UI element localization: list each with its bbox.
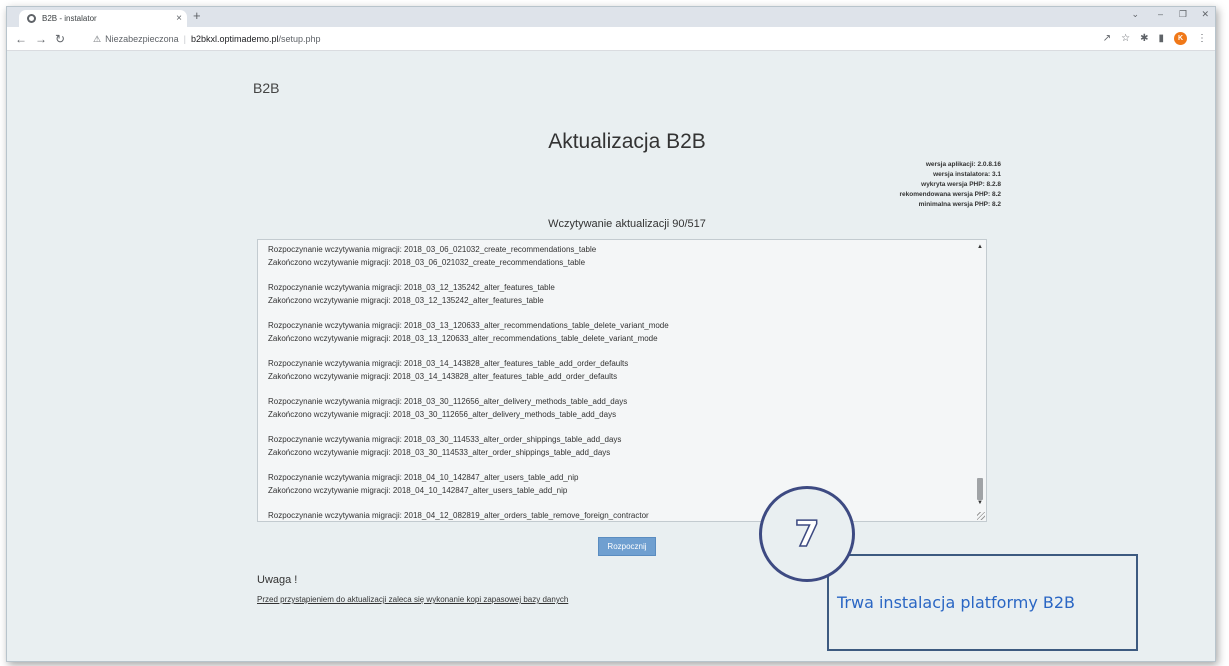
php-detected-version: wykryta wersja PHP: 8.2.8 — [921, 181, 1001, 188]
log-line: Rozpoczynanie wczytywania migracji: 2018… — [268, 435, 622, 444]
avatar[interactable]: K — [1174, 32, 1187, 45]
browser-toolbar: ← → ↻ ⚠ Niezabezpieczona | b2bkxl.optima… — [7, 27, 1215, 51]
warning-link[interactable]: Przed przystąpieniem do aktualizacji zal… — [257, 595, 568, 604]
log-entry: Rozpoczynanie wczytywania migracji: 2018… — [268, 358, 968, 383]
php-recommended-version: rekomendowana wersja PHP: 8.2 — [899, 191, 1001, 198]
log-line: Zakończono wczytywanie migracji: 2018_03… — [268, 333, 658, 343]
log-entry: Rozpoczynanie wczytywania migracji: 2018… — [268, 510, 968, 521]
installer-version: wersja instalatora: 3.1 — [933, 171, 1001, 178]
step-number: 7 — [794, 513, 821, 556]
sidebar-icon[interactable]: ▮ — [1158, 33, 1164, 44]
log-line: Rozpoczynanie wczytywania migracji: 2018… — [268, 473, 579, 482]
scroll-down-icon[interactable]: ▼ — [977, 497, 983, 510]
security-label: Niezabezpieczona — [105, 34, 179, 44]
share-icon[interactable]: ↗ — [1103, 33, 1111, 44]
star-icon[interactable]: ☆ — [1121, 33, 1130, 44]
log-entry: Rozpoczynanie wczytywania migracji: 2018… — [268, 282, 968, 307]
minimize-icon[interactable]: – — [1158, 9, 1163, 19]
url-path: /setup.php — [278, 34, 321, 44]
log-entry: Rozpoczynanie wczytywania migracji: 2018… — [268, 244, 968, 269]
url-host: b2bkxl.optimademo.pl — [190, 34, 279, 44]
log-entry: Rozpoczynanie wczytywania migracji: 2018… — [268, 396, 968, 421]
log-entry: Rozpoczynanie wczytywania migracji: 2018… — [268, 472, 968, 497]
brand-logo: B2B — [253, 80, 280, 96]
close-tab-icon[interactable]: × — [171, 13, 187, 24]
warning-icon: ⚠ — [93, 33, 102, 44]
log-line: Rozpoczynanie wczytywania migracji: 2018… — [268, 359, 629, 368]
version-info: wersja aplikacji: 2.0.8.16 wersja instal… — [899, 160, 1001, 210]
log-entry: Rozpoczynanie wczytywania migracji: 2018… — [268, 434, 968, 459]
tab-title: B2B - instalator — [42, 14, 97, 23]
log-line: Zakończono wczytywanie migracji: 2018_03… — [268, 371, 618, 381]
step-number-badge: 7 — [759, 486, 855, 582]
new-tab-button[interactable]: + — [193, 8, 201, 23]
migration-log[interactable]: Rozpoczynanie wczytywania migracji: 2018… — [257, 239, 987, 522]
annotation-callout: Trwa instalacja platformy B2B — [827, 554, 1138, 651]
extensions-icon[interactable]: ✱ — [1140, 33, 1148, 44]
forward-icon[interactable]: → — [35, 32, 47, 46]
php-minimum-version: minimalna wersja PHP: 8.2 — [918, 201, 1001, 208]
log-line: Zakończono wczytywanie migracji: 2018_03… — [268, 447, 611, 457]
address-bar[interactable]: ⚠ Niezabezpieczona | b2bkxl.optimademo.p… — [87, 30, 1087, 48]
tab-bar: B2B - instalator × + ⌄ – ❐ ✕ — [7, 7, 1215, 27]
log-line: Rozpoczynanie wczytywania migracji: 2018… — [268, 397, 628, 406]
chevron-down-icon[interactable]: ⌄ — [1131, 9, 1139, 20]
app-version: wersja aplikacji: 2.0.8.16 — [925, 161, 1001, 168]
callout-text: Trwa instalacja platformy B2B — [837, 593, 1076, 612]
reload-icon[interactable]: ↻ — [55, 32, 65, 46]
browser-window: B2B - instalator × + ⌄ – ❐ ✕ ← → ↻ ⚠ Nie… — [6, 6, 1216, 662]
resize-handle[interactable] — [977, 512, 985, 520]
toolbar-actions: ↗ ☆ ✱ ▮ K ⋮ — [1103, 32, 1207, 45]
globe-icon — [27, 14, 36, 23]
close-window-icon[interactable]: ✕ — [1201, 9, 1209, 20]
menu-icon[interactable]: ⋮ — [1197, 33, 1207, 44]
log-line: Zakończono wczytywanie migracji: 2018_03… — [268, 295, 544, 305]
log-line: Zakończono wczytywanie migracji: 2018_03… — [268, 257, 586, 267]
warning-title: Uwaga ! — [257, 574, 298, 586]
log-line: Rozpoczynanie wczytywania migracji: 2018… — [268, 321, 669, 330]
tab-b2b-instalator[interactable]: B2B - instalator × — [19, 10, 187, 27]
log-line: Zakończono wczytywanie migracji: 2018_03… — [268, 409, 617, 419]
scrollbar[interactable]: ▲ ▼ — [975, 240, 985, 521]
back-icon[interactable]: ← — [15, 32, 27, 46]
divider: | — [183, 34, 186, 44]
log-line: Rozpoczynanie wczytywania migracji: 2018… — [268, 511, 649, 520]
progress-title: Wczytywanie aktualizacji 90/517 — [548, 218, 706, 230]
scroll-up-icon[interactable]: ▲ — [977, 241, 983, 254]
log-line: Zakończono wczytywanie migracji: 2018_04… — [268, 485, 568, 495]
log-line: Rozpoczynanie wczytywania migracji: 2018… — [268, 283, 555, 292]
restore-icon[interactable]: ❐ — [1179, 9, 1187, 20]
log-line: Rozpoczynanie wczytywania migracji: 2018… — [268, 245, 597, 254]
start-button[interactable]: Rozpocznij — [598, 537, 656, 556]
log-entry: Rozpoczynanie wczytywania migracji: 2018… — [268, 320, 968, 345]
page-title: Aktualizacja B2B — [548, 130, 706, 153]
